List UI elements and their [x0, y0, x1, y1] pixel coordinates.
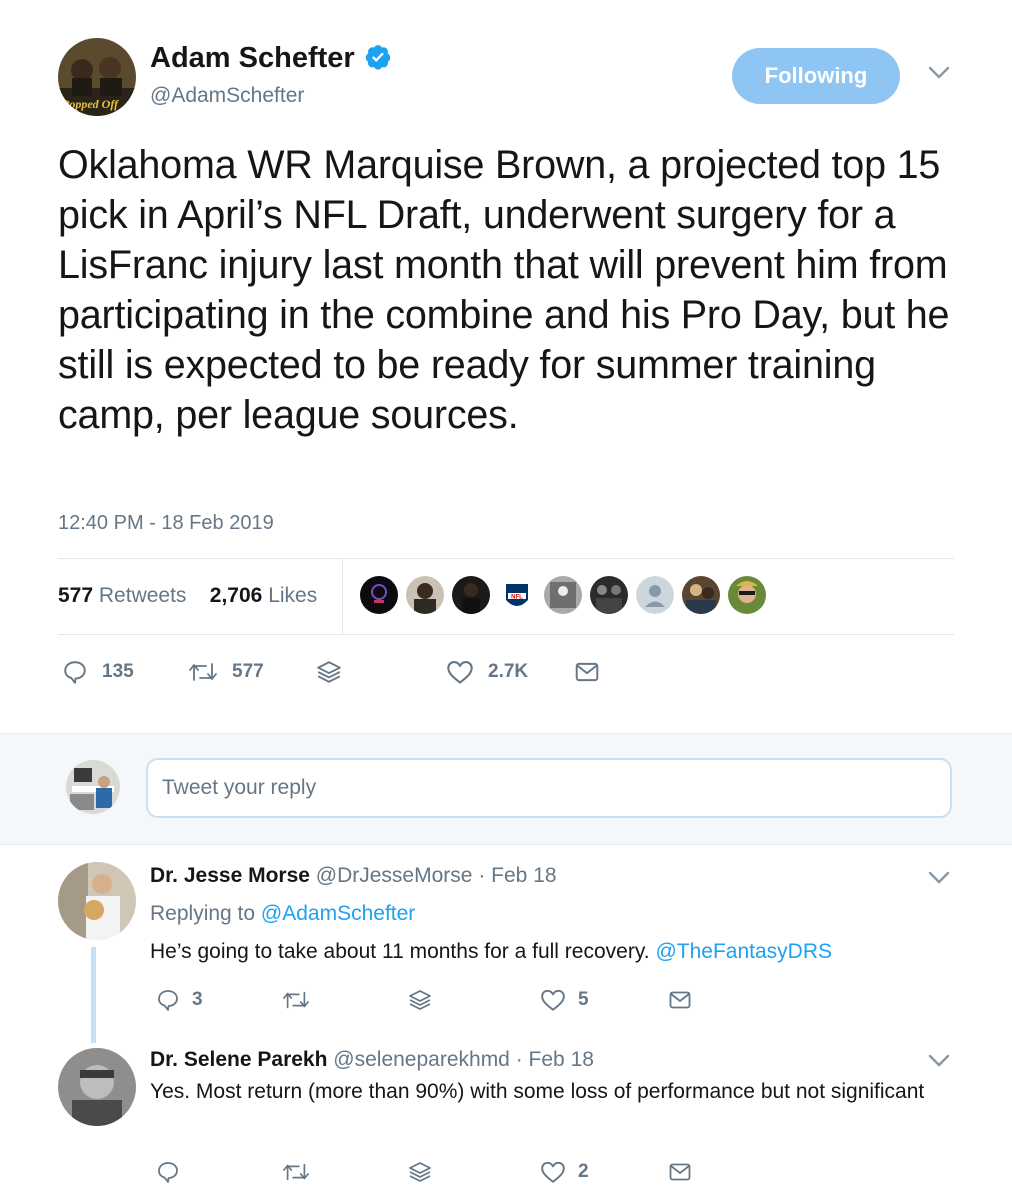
layers-icon: [409, 990, 431, 1010]
reply-icon: [158, 990, 178, 1011]
tweet-stats: 577 Retweets 2,706 Likes: [58, 584, 317, 608]
like-action[interactable]: 2.7K: [446, 656, 528, 688]
liker-avatar[interactable]: [360, 576, 398, 614]
author-name[interactable]: Adam Schefter: [150, 42, 355, 75]
like-action[interactable]: 5: [540, 988, 589, 1012]
retweet-action[interactable]: [282, 1160, 310, 1184]
retweet-action[interactable]: [282, 988, 310, 1012]
divider: [58, 634, 954, 635]
stack-action[interactable]: [316, 656, 342, 688]
reply-header: Dr. Selene Parekh @seleneparekhmd · Feb …: [150, 1048, 594, 1072]
reply-header: Dr. Jesse Morse @DrJesseMorse · Feb 18: [150, 864, 557, 888]
thread-line: [91, 947, 96, 1043]
direct-message-action[interactable]: [668, 1160, 692, 1184]
reply-count: 135: [102, 661, 134, 682]
replying-to-label: Replying to: [150, 902, 256, 925]
like-count: 2: [578, 1161, 589, 1182]
tweet-text: Oklahoma WR Marquise Brown, a projected …: [58, 143, 950, 437]
heart-icon: [447, 661, 473, 684]
user-avatar[interactable]: [66, 760, 120, 814]
reply-action[interactable]: 3: [156, 988, 203, 1012]
reply-text: Yes. Most return (more than 90%) with so…: [150, 1080, 925, 1103]
retweet-icon: [283, 991, 309, 1009]
liker-avatar[interactable]: [544, 576, 582, 614]
liker-avatar[interactable]: [590, 576, 628, 614]
reply-text: He’s going to take about 11 months for a…: [150, 936, 950, 968]
reply-author-handle[interactable]: @DrJesseMorse: [316, 864, 473, 887]
like-action[interactable]: 2: [540, 1160, 589, 1184]
svg-text:Popped Off: Popped Off: [62, 97, 119, 111]
reply-avatar[interactable]: [58, 862, 136, 940]
retweets-count: 577: [58, 584, 94, 607]
retweet-icon: [189, 663, 217, 681]
heart-icon: [541, 1161, 565, 1183]
divider: [58, 558, 954, 559]
liker-avatar[interactable]: [728, 576, 766, 614]
svg-text:NFL: NFL: [511, 595, 523, 601]
verified-badge-icon: [364, 43, 392, 71]
author-handle[interactable]: @AdamSchefter: [150, 84, 304, 108]
reply-body: He’s going to take about 11 months for a…: [150, 940, 650, 963]
reply-count: 3: [192, 989, 203, 1010]
author-avatar[interactable]: Popped Off: [58, 38, 136, 116]
reply-author-handle[interactable]: @seleneparekhmd: [333, 1048, 510, 1071]
mention-link[interactable]: @TheFantasyDRS: [655, 940, 832, 963]
retweets-stat[interactable]: 577 Retweets: [58, 584, 186, 607]
chevron-down-icon[interactable]: [928, 1054, 950, 1068]
reply-author-name[interactable]: Dr. Jesse Morse: [150, 864, 310, 887]
envelope-icon: [575, 662, 599, 682]
layers-icon: [317, 661, 341, 683]
like-count: 2.7K: [488, 661, 529, 682]
reply-input-placeholder: Tweet your reply: [162, 776, 317, 799]
replying-to: Replying to @AdamSchefter: [150, 902, 415, 926]
tweet-timestamp[interactable]: 12:40 PM - 18 Feb 2019: [58, 512, 274, 535]
retweet-icon: [283, 1163, 309, 1181]
retweets-label: Retweets: [98, 584, 187, 607]
reply-action[interactable]: [156, 1160, 180, 1184]
reply-avatar[interactable]: [58, 1048, 136, 1126]
replying-to-link[interactable]: @AdamSchefter: [261, 902, 415, 925]
envelope-icon: [669, 1163, 691, 1181]
divider: [342, 559, 343, 634]
reply-date[interactable]: · Feb 18: [516, 1048, 594, 1071]
likers-avatars: NFL: [360, 576, 766, 614]
default-avatar-icon[interactable]: [636, 576, 674, 614]
reply-date[interactable]: · Feb 18: [478, 864, 556, 887]
following-button[interactable]: Following: [732, 48, 900, 104]
retweet-count: 577: [232, 661, 264, 682]
reply-author-name[interactable]: Dr. Selene Parekh: [150, 1048, 327, 1071]
likes-count: 2,706: [209, 584, 263, 607]
liker-avatar[interactable]: [682, 576, 720, 614]
direct-message-action[interactable]: [668, 988, 692, 1012]
nfl-logo-avatar[interactable]: NFL: [498, 576, 536, 614]
chevron-down-icon[interactable]: [928, 66, 950, 80]
like-count: 5: [578, 989, 589, 1010]
stack-action[interactable]: [408, 988, 432, 1012]
envelope-icon: [669, 991, 691, 1009]
direct-message-action[interactable]: [574, 656, 600, 688]
likes-stat[interactable]: 2,706 Likes: [210, 584, 317, 607]
stack-action[interactable]: [408, 1160, 432, 1184]
retweet-action[interactable]: 577: [188, 656, 264, 688]
layers-icon: [409, 1162, 431, 1182]
reply-action[interactable]: 135: [62, 656, 134, 688]
heart-icon: [541, 989, 565, 1011]
liker-avatar[interactable]: [406, 576, 444, 614]
reply-icon: [64, 661, 86, 684]
reply-icon: [158, 1162, 178, 1183]
liker-avatar[interactable]: [452, 576, 490, 614]
likes-label: Likes: [268, 584, 318, 607]
chevron-down-icon[interactable]: [928, 871, 950, 885]
reply-input[interactable]: Tweet your reply: [146, 758, 952, 818]
